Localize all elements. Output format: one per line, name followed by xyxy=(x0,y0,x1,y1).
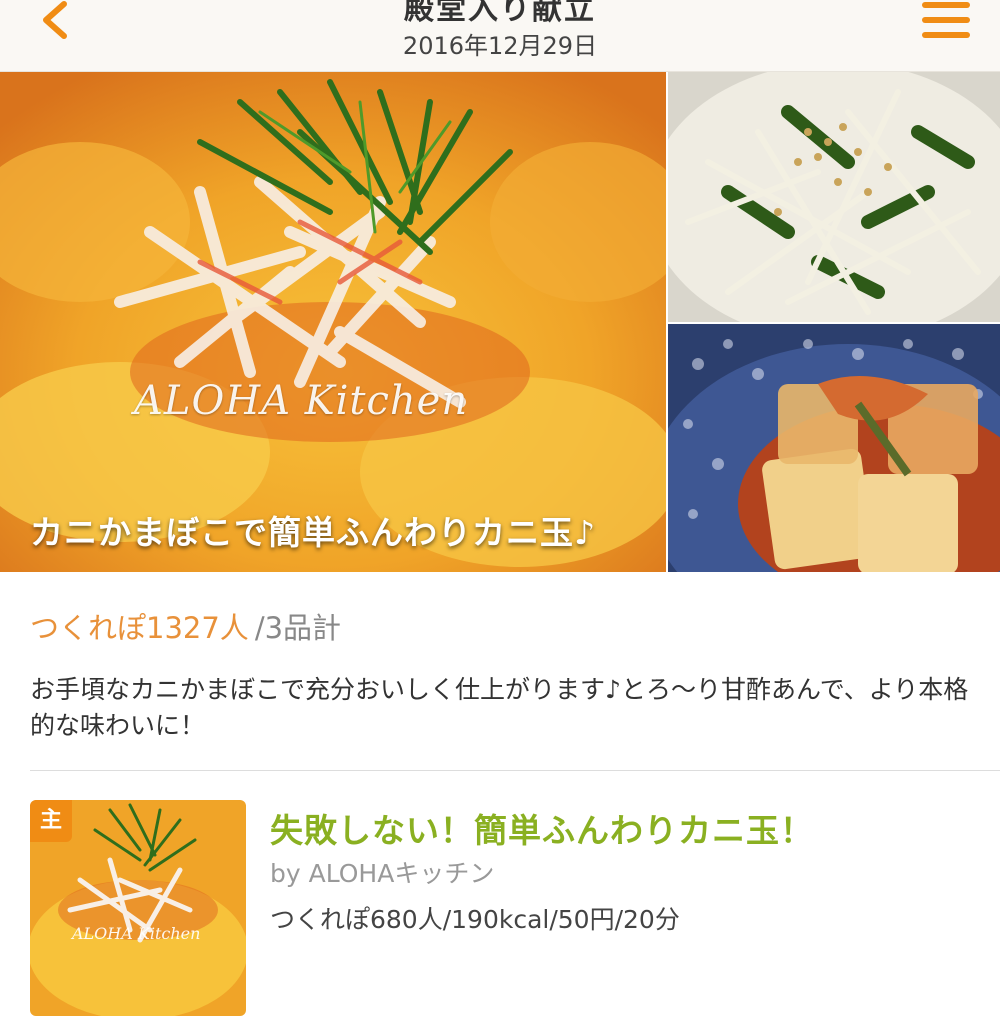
hamburger-menu-icon[interactable] xyxy=(918,0,978,48)
hero-watermark: ALOHA Kitchen xyxy=(134,378,469,424)
hero-gallery[interactable]: ALOHA Kitchen カニかまぼこで簡単ふんわりカニ玉♪ xyxy=(0,72,1000,572)
dish-total: /3品計 xyxy=(254,611,342,645)
tsukurepo-count[interactable]: つくれぽ1327人 xyxy=(30,611,249,645)
hero-caption[interactable]: カニかまぼこで簡単ふんわりカニ玉♪ xyxy=(30,506,596,554)
menu-description: お手頃なカニかまぼこで充分おいしく仕上がります♪とろ〜り甘酢あんで、より本格的な… xyxy=(30,675,969,740)
page-title: 殿堂入り献立 xyxy=(404,0,596,27)
recipe-title[interactable]: 失敗しない！簡単ふんわりカニ玉！ xyxy=(270,804,814,852)
recipe-author[interactable]: by ALOHAキッチン xyxy=(270,854,494,890)
hero-side-image-top[interactable] xyxy=(668,72,1000,322)
recipe-list-item[interactable]: 主 ALOHA Kitchen 失敗しない！簡単ふんわりカニ玉！ by ALOH… xyxy=(30,800,1000,1020)
divider xyxy=(30,770,1000,771)
page-date: 2016年12月29日 xyxy=(402,32,598,60)
stats-line: つくれぽ1327人/3品計 xyxy=(30,605,341,647)
thumbnail-watermark: ALOHA Kitchen xyxy=(72,924,201,943)
hero-main-image[interactable]: ALOHA Kitchen カニかまぼこで簡単ふんわりカニ玉♪ xyxy=(0,72,666,572)
main-dish-badge: 主 xyxy=(30,800,72,842)
recipe-meta: つくれぽ680人/190kcal/50円/20分 xyxy=(270,905,680,934)
top-header: 殿堂入り献立 2016年12月29日 xyxy=(0,0,1000,72)
recipe-thumbnail[interactable]: 主 ALOHA Kitchen xyxy=(30,800,246,1016)
hero-side-image-bottom[interactable] xyxy=(668,324,1000,572)
